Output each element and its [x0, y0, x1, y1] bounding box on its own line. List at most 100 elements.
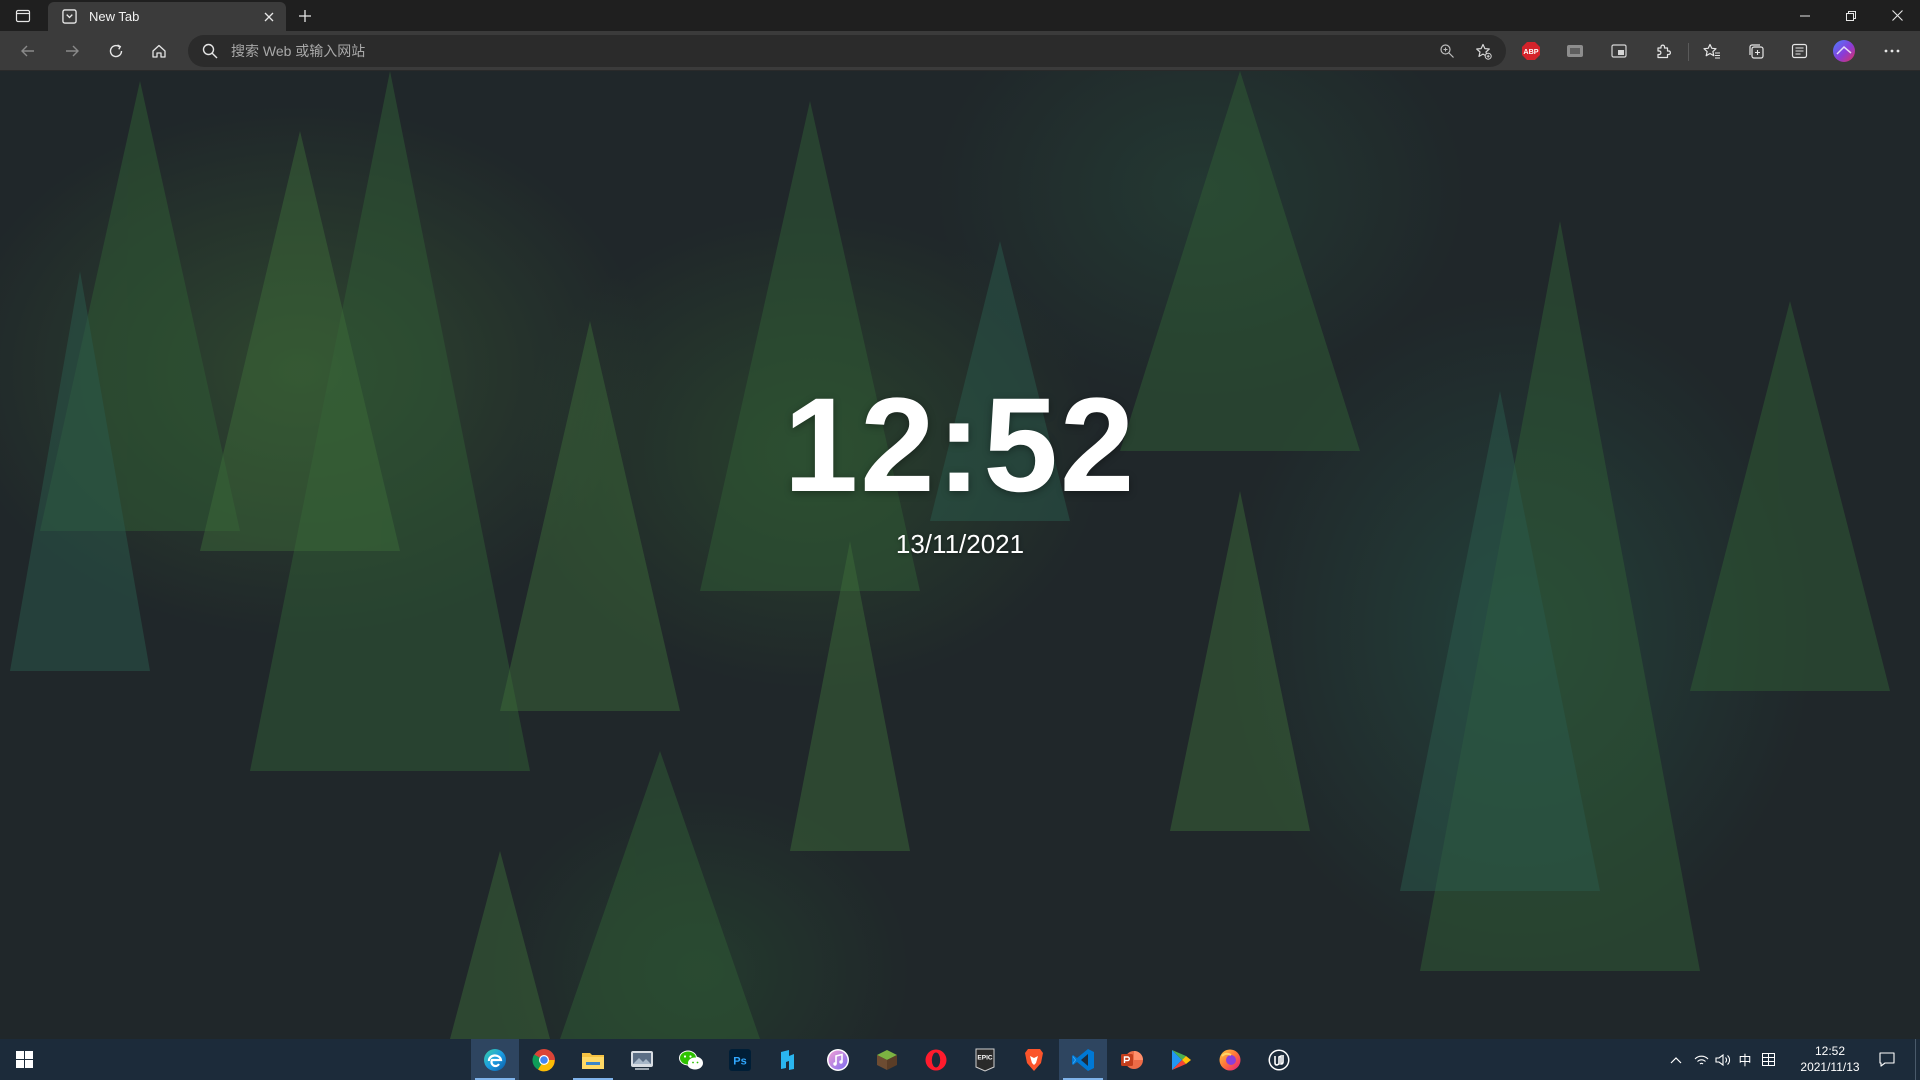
avatar — [1833, 40, 1855, 62]
taskbar-app-opera[interactable] — [912, 1039, 960, 1080]
back-button[interactable] — [12, 35, 44, 67]
tab-actions-icon — [15, 9, 31, 23]
favorites-button[interactable] — [1696, 35, 1728, 67]
chrome-icon — [532, 1048, 555, 1071]
more-horizontal-icon — [1884, 49, 1900, 53]
refresh-icon — [109, 44, 123, 58]
taskbar-app-epic-games[interactable]: EPIC — [961, 1039, 1009, 1080]
taskbar-app-unreal-engine[interactable] — [1255, 1039, 1303, 1080]
taskbar-app-n[interactable] — [765, 1039, 813, 1080]
collections-button[interactable] — [1740, 35, 1772, 67]
star-plus-icon — [1475, 43, 1492, 60]
picture-in-picture-icon — [1611, 44, 1627, 58]
extension-button-3[interactable] — [1603, 35, 1635, 67]
photoshop-label: Ps — [733, 1055, 746, 1067]
taskbar-app-photos[interactable] — [618, 1039, 666, 1080]
taskbar-app-play-store[interactable] — [1157, 1039, 1205, 1080]
volume-button[interactable] — [1712, 1039, 1734, 1080]
home-icon — [152, 44, 166, 58]
taskbar-clock[interactable]: 12:52 2021/11/13 — [1790, 1043, 1870, 1075]
wifi-icon — [1694, 1055, 1708, 1064]
plus-icon — [299, 10, 311, 22]
adblock-plus-extension-button[interactable]: ABP — [1515, 35, 1547, 67]
zoom-in-icon — [1440, 44, 1454, 58]
arrow-right-icon — [66, 45, 79, 57]
unreal-engine-icon — [1268, 1049, 1290, 1070]
input-mode-grid-icon — [1761, 1053, 1775, 1066]
taskbar-date: 2021/11/13 — [1800, 1060, 1860, 1074]
tab-title: New Tab — [89, 9, 140, 24]
notification-icon — [1879, 1052, 1895, 1067]
collections-icon — [1748, 43, 1764, 59]
taskbar-app-itunes[interactable] — [814, 1039, 862, 1080]
taskbar-app-chrome[interactable] — [520, 1039, 568, 1080]
screen: New Tab 搜索 Web 或输入网站 ABP 12:52 13/11/202… — [0, 0, 1920, 1080]
brave-icon — [1025, 1048, 1043, 1071]
taskbar-app-photoshop[interactable]: Ps — [716, 1039, 764, 1080]
extension-badge-icon — [1567, 45, 1583, 57]
app-n-icon — [781, 1049, 794, 1070]
taskbar-app-minecraft[interactable] — [863, 1039, 911, 1080]
taskbar-app-brave[interactable] — [1010, 1039, 1058, 1080]
chevron-up-icon — [1670, 1056, 1682, 1063]
taskbar-app-vscode[interactable] — [1059, 1039, 1107, 1080]
input-mode-button[interactable] — [1756, 1039, 1780, 1080]
itunes-icon — [827, 1048, 849, 1071]
minecraft-icon — [877, 1049, 897, 1070]
network-button[interactable] — [1690, 1039, 1712, 1080]
puzzle-piece-icon — [1656, 44, 1671, 58]
epic-games-icon: EPIC — [975, 1048, 995, 1072]
profile-button[interactable] — [1828, 35, 1860, 67]
windows-logo-icon — [15, 1051, 33, 1068]
restore-button[interactable] — [1828, 0, 1874, 31]
show-hidden-icons-button[interactable] — [1662, 1039, 1690, 1080]
taskbar-app-file-explorer[interactable] — [569, 1039, 617, 1080]
close-icon — [1891, 10, 1903, 21]
start-button[interactable] — [0, 1039, 48, 1080]
show-desktop-button[interactable] — [1915, 1039, 1920, 1080]
input-method-button[interactable]: 中 — [1734, 1039, 1756, 1080]
reader-icon — [1791, 43, 1807, 59]
zoom-button[interactable] — [1432, 39, 1462, 63]
action-center-button[interactable] — [1872, 1039, 1902, 1080]
forward-button[interactable] — [56, 35, 88, 67]
restore-icon — [1846, 10, 1856, 21]
minimize-button[interactable] — [1782, 0, 1828, 31]
new-tab-button[interactable] — [290, 3, 320, 29]
photos-icon — [631, 1050, 653, 1070]
adblock-label: ABP — [1523, 47, 1538, 56]
tab-close-button[interactable] — [256, 4, 282, 30]
powerpoint-icon — [1121, 1050, 1143, 1069]
close-icon — [264, 12, 274, 21]
opera-icon — [925, 1049, 947, 1070]
taskbar-app-edge[interactable] — [471, 1039, 519, 1080]
vscode-icon — [1072, 1048, 1094, 1071]
firefox-icon — [1219, 1049, 1241, 1070]
add-favorite-button[interactable] — [1468, 39, 1498, 63]
settings-more-button[interactable] — [1876, 35, 1908, 67]
immersive-reader-button[interactable] — [1783, 35, 1815, 67]
tab-actions-button[interactable] — [6, 3, 40, 29]
speaker-icon — [1715, 1053, 1730, 1066]
home-button[interactable] — [143, 35, 175, 67]
extension-button-2[interactable] — [1559, 35, 1591, 67]
adblock-plus-icon: ABP — [1522, 42, 1540, 60]
new-tab-favicon-icon — [59, 7, 79, 27]
browser-tab-bar: New Tab — [0, 0, 1920, 31]
file-explorer-icon — [582, 1052, 604, 1069]
taskbar: Ps EPIC 中 12:52 2021/11/13 — [0, 1039, 1920, 1080]
tab-new-tab[interactable]: New Tab — [48, 2, 286, 31]
browser-toolbar: ABP — [0, 31, 1920, 71]
arrow-left-icon — [21, 45, 34, 57]
wechat-icon — [679, 1050, 703, 1069]
close-window-button[interactable] — [1874, 0, 1920, 31]
epic-label: EPIC — [977, 1054, 992, 1061]
extensions-button[interactable] — [1647, 35, 1679, 67]
taskbar-app-powerpoint[interactable] — [1108, 1039, 1156, 1080]
address-bar[interactable] — [188, 35, 1506, 67]
address-input[interactable] — [231, 43, 1331, 59]
taskbar-app-wechat[interactable] — [667, 1039, 715, 1080]
refresh-button[interactable] — [100, 35, 132, 67]
taskbar-app-firefox[interactable] — [1206, 1039, 1254, 1080]
page-clock-time: 12:52 — [783, 371, 1137, 520]
